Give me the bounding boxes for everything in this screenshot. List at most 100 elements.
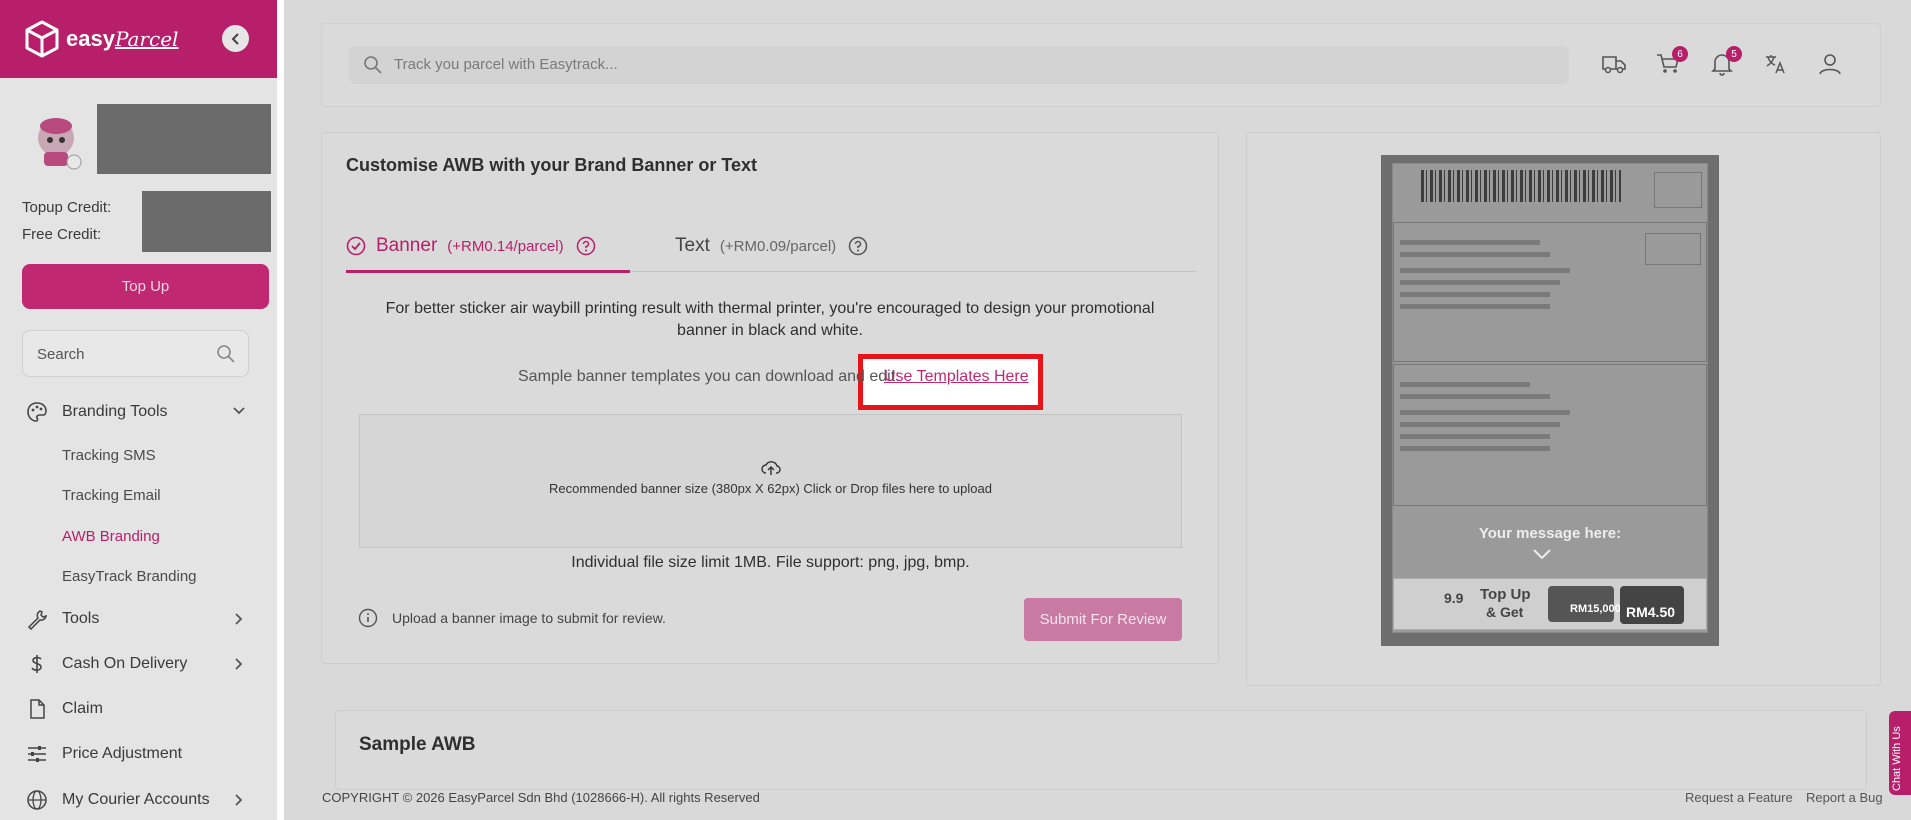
chevron-down-icon[interactable] [232,404,246,418]
palette-icon [26,401,48,423]
sub-item-awb-branding[interactable]: AWB Branding [62,528,160,545]
chat-with-us-label: Chat With Us [1891,726,1903,791]
preview-text-line [1400,252,1550,257]
collapse-sidebar-button[interactable] [222,25,249,52]
chevron-left-icon [231,32,239,45]
report-bug-link[interactable]: Report a Bug [1806,790,1883,805]
nav-claim-label: Claim [62,700,103,717]
upload-note-text: Upload a banner image to submit for revi… [392,610,666,626]
upload-note: Upload a banner image to submit for revi… [358,608,666,628]
logo-text: easyParcel [66,26,178,52]
nav-my-courier-accounts[interactable]: My Courier Accounts [26,789,210,811]
globe-icon [26,789,48,811]
nav-branding-tools[interactable]: Branding Tools [26,401,168,423]
top-up-button[interactable]: Top Up [22,264,269,309]
free-credit-label: Free Credit: [22,226,102,243]
easytrack-search-input[interactable]: Track you parcel with Easytrack... [349,46,1569,84]
chevron-right-icon[interactable] [232,657,246,671]
notification-count-badge: 5 [1726,46,1742,62]
preview-text-line [1400,422,1560,427]
tab-banner-price: (+RM0.14/parcel) [447,237,564,255]
truck-icon[interactable] [1600,50,1628,78]
avatar[interactable] [30,114,82,170]
preview-text-line [1400,280,1560,285]
preview-text-line [1400,394,1550,399]
chevron-down-icon [1533,549,1551,560]
cart-count-badge: 6 [1672,46,1688,62]
chevron-right-icon[interactable] [232,793,246,807]
cart-icon[interactable]: 6 [1654,46,1688,78]
preview-text-line [1400,292,1550,297]
bell-icon[interactable]: 5 [1708,46,1742,78]
help-icon[interactable] [848,236,868,256]
dropzone-text: Recommended banner size (380px X 62px) C… [549,481,992,496]
user-icon[interactable] [1816,50,1844,78]
nav-tools[interactable]: Tools [26,608,99,630]
tab-banner[interactable]: Banner (+RM0.14/parcel) [346,235,596,257]
logo-text-bold: easy [66,26,115,51]
help-icon[interactable] [576,236,596,256]
request-feature-link[interactable]: Request a Feature [1685,790,1793,805]
banner-date: 9.9 [1444,590,1464,606]
nav-price-adjustment[interactable]: Price Adjustment [26,743,182,765]
banner-get: & Get [1486,604,1524,620]
box-logo-icon [25,20,59,58]
active-tab-indicator [346,270,630,273]
sub-item-tracking-email[interactable]: Tracking Email [62,487,161,504]
dollar-icon [26,653,48,675]
printing-info-text: For better sticker air waybill printing … [385,300,1155,339]
banner-upload-dropzone[interactable]: Recommended banner size (380px X 62px) C… [359,414,1182,548]
preview-text-line [1400,446,1550,451]
easytrack-search-placeholder: Track you parcel with Easytrack... [394,56,618,73]
preview-text-line [1400,410,1570,415]
document-icon [26,698,48,720]
awb-customise-card [321,132,1219,664]
sliders-icon [26,743,48,765]
preview-text-line [1400,268,1570,273]
credit-values-redacted [142,191,271,252]
tab-text-label: Text [675,235,710,256]
copyright-text: COPYRIGHT © 2026 EasyParcel Sdn Bhd (102… [322,790,760,805]
preview-text-line [1400,434,1550,439]
preview-message: Your message here: [1478,525,1622,542]
info-icon [358,608,378,628]
tab-text[interactable]: Text (+RM0.09/parcel) [675,235,868,257]
nav-price-adjustment-label: Price Adjustment [62,745,183,762]
cloud-upload-icon [761,461,781,475]
preview-text-line [1400,382,1530,387]
sidebar-header: easyParcel [0,0,277,78]
courier-logo-box [1654,172,1702,208]
submit-for-review-button[interactable]: Submit For Review [1024,598,1182,641]
nav-claim[interactable]: Claim [26,698,103,720]
preview-text-line [1400,240,1540,245]
nav-cash-on-delivery-label: Cash On Delivery [62,655,188,672]
nav-branding-tools-label: Branding Tools [62,403,168,420]
nav-cash-on-delivery[interactable]: Cash On Delivery [26,653,187,675]
banner-price: RM4.50 [1626,604,1676,620]
nav-tools-label: Tools [62,610,100,627]
logo-text-italic: Parcel [114,27,179,51]
logo[interactable]: easyParcel [24,20,178,58]
banner-top-up: Top Up [1480,586,1531,603]
sub-item-tracking-sms[interactable]: Tracking SMS [62,447,156,464]
preview-text-line [1400,304,1550,309]
tab-text-price: (+RM0.09/parcel) [719,237,837,255]
use-templates-link[interactable]: Use Templates Here [884,368,1029,386]
sub-item-easytrack-branding[interactable]: EasyTrack Branding [62,568,197,585]
banner-amount: RM15,000 [1570,603,1621,615]
sample-awb-title: Sample AWB [359,734,476,755]
wrench-icon [26,608,48,630]
chevron-right-icon[interactable] [232,612,246,626]
nav-my-courier-accounts-label: My Courier Accounts [62,791,210,808]
barcode-image [1421,170,1621,202]
translate-icon[interactable] [1762,50,1790,78]
sample-awb-card [335,710,1867,790]
chat-with-us-button[interactable]: Chat With Us [1889,711,1911,795]
check-circle-icon [346,236,366,256]
sample-templates-text: Sample banner templates you can download… [518,368,900,385]
awb-card-title: Customise AWB with your Brand Banner or … [346,155,758,175]
file-size-limit-text: Individual file size limit 1MB. File sup… [571,554,970,571]
sidebar-search-input[interactable]: Search [22,330,249,377]
search-icon [364,56,382,74]
tab-banner-label: Banner [376,235,438,256]
